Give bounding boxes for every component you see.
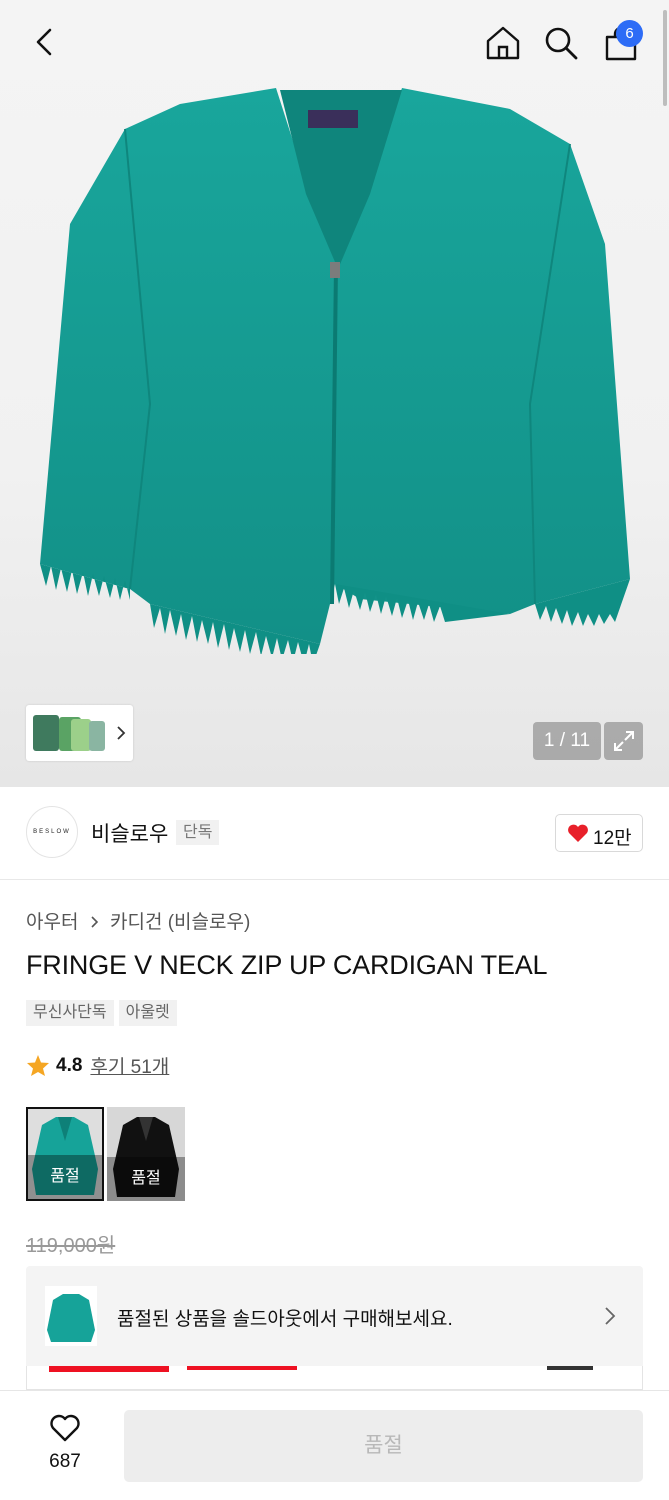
product-tag: 무신사단독 (26, 1000, 114, 1026)
brand-name[interactable]: 비슬로우 (91, 818, 168, 848)
soldout-banner[interactable]: 품절된 상품을 솔드아웃에서 구매해보세요. (26, 1266, 643, 1366)
brand-like-button[interactable]: 12만 (555, 814, 643, 852)
rating-score: 4.8 (56, 1054, 83, 1076)
breadcrumb[interactable]: 아우터 카디건 (비슬로우) (26, 907, 250, 934)
breadcrumb-parent[interactable]: 아우터 (26, 912, 78, 933)
back-icon[interactable] (30, 26, 60, 58)
banner-image (47, 1294, 95, 1342)
chevron-right-icon (605, 1307, 616, 1325)
search-icon[interactable] (543, 25, 579, 61)
chevron-right-icon (91, 916, 98, 928)
brand-exclusive-tag: 단독 (176, 820, 220, 845)
rating[interactable]: 4.8 후기 51개 (26, 1052, 169, 1079)
brand-like-count: 12만 (593, 828, 632, 849)
thumbnail-image (33, 715, 105, 751)
reviews-link[interactable]: 후기 51개 (90, 1052, 169, 1079)
wishlist-count: 687 (49, 1451, 81, 1472)
expand-button[interactable] (604, 722, 643, 760)
soldout-overlay: 품절 (107, 1157, 185, 1201)
soldout-banner-message: 품절된 상품을 솔드아웃에서 구매해보세요. (117, 1309, 453, 1330)
product-tags: 무신사단독 아울렛 (26, 1000, 177, 1026)
cart-count-badge: 6 (616, 20, 643, 47)
brand-logo[interactable]: BESLOW (26, 806, 78, 858)
product-tag: 아울렛 (118, 1000, 177, 1026)
product-image (40, 88, 630, 654)
bottom-action-bar: 687 품절 (0, 1390, 669, 1500)
cutoff-price-text (49, 1366, 593, 1372)
original-price: 119,000원 (26, 1235, 116, 1257)
home-icon[interactable] (484, 24, 522, 62)
wishlist-button[interactable]: 687 (36, 1405, 94, 1475)
price-panel-peek (26, 1366, 643, 1390)
expand-icon (614, 731, 634, 751)
heart-outline-icon (50, 1414, 80, 1442)
color-option-teal[interactable]: 품절 (26, 1107, 104, 1201)
scrollbar[interactable] (663, 10, 667, 106)
brand-row[interactable]: BESLOW 비슬로우 단독 12만 (0, 787, 669, 880)
breadcrumb-child[interactable]: 카디건 (비슬로우) (110, 912, 250, 933)
star-icon (27, 1055, 49, 1076)
product-gallery[interactable]: 6 1 / 11 (0, 0, 669, 787)
banner-product-thumb (45, 1286, 97, 1346)
chevron-right-icon (117, 726, 126, 740)
heart-filled-icon (568, 824, 588, 842)
buy-button[interactable]: 품절 (124, 1410, 643, 1482)
color-option-black[interactable]: 품절 (107, 1107, 185, 1201)
thumbnail-strip[interactable] (26, 705, 133, 761)
soldout-overlay: 품절 (28, 1155, 102, 1199)
image-pager: 1 / 11 (533, 722, 601, 760)
product-title: FRINGE V NECK ZIP UP CARDIGAN TEAL (26, 950, 548, 980)
